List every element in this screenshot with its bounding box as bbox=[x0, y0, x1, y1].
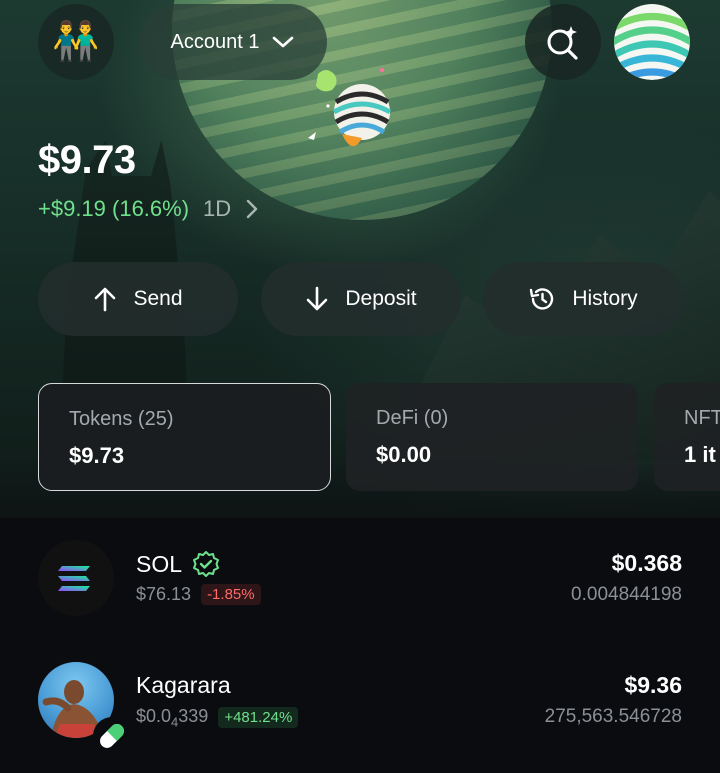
token-value-sol: $0.368 bbox=[611, 550, 682, 576]
verified-badge-icon bbox=[193, 551, 220, 577]
hero-background: 👬 Account 1 $9.73 +$9.19 (16.6%) 1D Send… bbox=[0, 0, 720, 518]
brand-logo[interactable] bbox=[614, 4, 690, 80]
period-label: 1D bbox=[203, 196, 232, 221]
pill-badge-icon bbox=[93, 717, 131, 755]
tab-tokens-value: $9.73 bbox=[69, 443, 125, 468]
send-button[interactable]: Send bbox=[38, 262, 238, 336]
token-price-row-sol: $76.13 -1.85% bbox=[136, 584, 261, 605]
deposit-label: Deposit bbox=[345, 287, 417, 310]
arrow-down-icon bbox=[307, 286, 328, 311]
duck-mascot-icon bbox=[308, 68, 392, 147]
history-button[interactable]: History bbox=[483, 262, 683, 336]
token-name-kagarara: Kagarara bbox=[136, 672, 231, 699]
tab-nft-label: NFT bbox=[684, 407, 720, 429]
send-label: Send bbox=[133, 287, 183, 310]
token-amount-kagarara: 275,563.546728 bbox=[544, 706, 682, 727]
tab-tokens-label: Tokens (25) bbox=[69, 408, 174, 430]
token-row-kagarara[interactable]: Kagarara $0.04339 +481.24% $9.36 275,563… bbox=[0, 658, 720, 758]
token-price-row-kagarara: $0.04339 +481.24% bbox=[136, 706, 299, 730]
token-name-text: Kagarara bbox=[136, 672, 231, 698]
search-sparkle-icon bbox=[547, 26, 578, 60]
history-icon bbox=[530, 288, 554, 310]
profile-avatar[interactable]: 👬 bbox=[38, 4, 114, 80]
token-amount-sol: 0.004844198 bbox=[571, 584, 682, 605]
token-row-sol[interactable]: SOL $76.13 -1.85% $0.368 0.004844198 bbox=[0, 536, 720, 636]
chevron-right-icon bbox=[245, 198, 259, 220]
account-label: Account 1 bbox=[170, 30, 260, 53]
arrow-up-icon bbox=[95, 287, 116, 312]
token-price: $0.04339 bbox=[136, 706, 208, 730]
history-label: History bbox=[572, 287, 638, 310]
account-selector[interactable]: Account 1 bbox=[139, 4, 327, 80]
striped-globe-icon bbox=[614, 4, 690, 80]
tab-nft[interactable]: NFT 1 it bbox=[654, 383, 720, 491]
avatar-emoji: 👬 bbox=[52, 21, 100, 63]
tab-defi-value: $0.00 bbox=[376, 442, 432, 467]
search-button[interactable] bbox=[525, 4, 601, 80]
token-change-badge: -1.85% bbox=[201, 584, 261, 605]
tab-nft-value: 1 it bbox=[684, 442, 716, 467]
token-name-text: SOL bbox=[136, 550, 183, 577]
token-value-kagarara: $9.36 bbox=[624, 672, 682, 698]
token-price-main: $0.0 bbox=[136, 706, 172, 726]
deposit-button[interactable]: Deposit bbox=[261, 262, 461, 336]
token-price: $76.13 bbox=[136, 584, 192, 604]
token-change-badge: +481.24% bbox=[218, 707, 299, 729]
token-price-tail: 339 bbox=[178, 706, 209, 726]
solana-logo-icon bbox=[38, 540, 114, 616]
token-name-sol: SOL bbox=[136, 550, 220, 578]
tab-defi[interactable]: DeFi (0) $0.00 bbox=[346, 383, 638, 491]
tab-defi-label: DeFi (0) bbox=[376, 407, 449, 429]
chevron-down-icon bbox=[273, 36, 294, 48]
balance-change: +$9.19 (16.6%) bbox=[38, 196, 190, 221]
total-balance: $9.73 bbox=[38, 138, 136, 182]
balance-change-row[interactable]: +$9.19 (16.6%) 1D bbox=[38, 196, 259, 222]
tab-tokens[interactable]: Tokens (25) $9.73 bbox=[38, 383, 331, 491]
token-list: SOL $76.13 -1.85% $0.368 0.004844198 Kag… bbox=[0, 518, 720, 773]
